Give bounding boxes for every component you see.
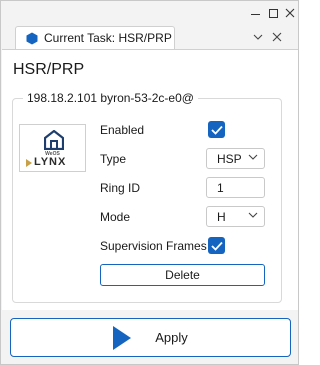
close-icon: [285, 8, 295, 18]
task-pane: HSR/PRP 198.18.2.101 byron-53-2c-e0@ WeO…: [2, 49, 298, 310]
maximize-button[interactable]: [265, 5, 281, 21]
tab-current-task[interactable]: Current Task: HSR/PRP: [15, 26, 175, 49]
chevron-down-icon: [248, 212, 258, 218]
mode-value: H: [217, 209, 226, 224]
mode-label: Mode: [100, 210, 131, 224]
tab-close-button[interactable]: [270, 30, 284, 44]
window-close-button[interactable]: [282, 5, 298, 21]
page-title: HSR/PRP: [13, 61, 85, 78]
type-select[interactable]: HSP: [206, 148, 265, 169]
type-label: Type: [100, 152, 127, 166]
hexagon-icon: [26, 32, 38, 44]
lynx-logo: WeOS LYNX: [19, 124, 86, 172]
chevron-down-icon: [253, 34, 263, 40]
tab-label: Current Task: HSR/PRP: [44, 31, 172, 45]
ring-id-label: Ring ID: [100, 181, 141, 195]
close-icon: [272, 32, 282, 42]
checkmark-icon: [210, 125, 223, 135]
supervision-frames-label: Supervision Frames: [100, 239, 207, 253]
tab-list-button[interactable]: [251, 30, 265, 44]
house-icon: [44, 130, 64, 150]
mode-select[interactable]: H: [206, 206, 265, 227]
play-icon: [113, 325, 132, 350]
enabled-label: Enabled: [100, 123, 145, 137]
apply-label: Apply: [155, 330, 188, 345]
delete-label: Delete: [165, 268, 200, 282]
type-value: HSP: [217, 151, 242, 166]
ring-id-value: 1: [217, 180, 224, 195]
maximize-icon: [268, 8, 278, 18]
supervision-frames-checkbox[interactable]: [208, 237, 225, 254]
group-title: 198.18.2.101 byron-53-2c-e0@: [23, 91, 198, 105]
chevron-down-icon: [248, 154, 258, 160]
delete-button[interactable]: Delete: [100, 264, 265, 286]
checkmark-icon: [210, 241, 223, 251]
logo-arrow-icon: [26, 159, 32, 167]
logo-lynx-text: LYNX: [34, 156, 67, 168]
app-window: Current Task: HSR/PRP HSR/PRP 198.18.2.1…: [0, 0, 299, 365]
ring-id-input[interactable]: 1: [206, 177, 265, 198]
enabled-checkbox[interactable]: [208, 121, 225, 138]
minimize-icon: [250, 13, 260, 15]
apply-button[interactable]: Apply: [10, 318, 291, 357]
title-bar: [1, 1, 298, 25]
minimize-button[interactable]: [247, 5, 263, 21]
